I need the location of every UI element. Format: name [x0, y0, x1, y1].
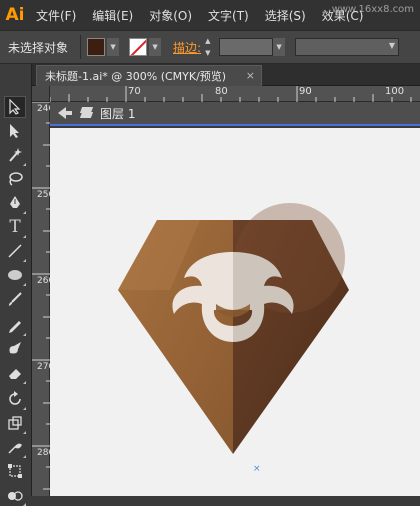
- control-bar: 未选择对象 ▼ ▼ 描边: ▲ ▼ ▼ ▼: [0, 30, 420, 64]
- watermark: www.16xx8.com: [331, 4, 414, 15]
- line-segment-tool-icon[interactable]: [4, 240, 26, 262]
- menu-bar: Ai 文件(F) 编辑(E) 对象(O) 文字(T) 选择(S) 效果(C) w…: [0, 0, 420, 30]
- document-tab-bar: 未标题-1.ai* @ 300% (CMYK/预览) ×: [32, 64, 420, 86]
- ruler-label: 100: [385, 86, 405, 97]
- fill-color-swatch[interactable]: [87, 38, 106, 56]
- scale-tool-icon[interactable]: [4, 412, 26, 434]
- close-icon[interactable]: ×: [246, 69, 255, 82]
- variable-width-profile-dropdown[interactable]: ▼: [295, 38, 400, 56]
- menu-type[interactable]: 文字(T): [208, 7, 249, 24]
- artboard-center-mark-icon: ×: [253, 464, 261, 474]
- menu-object[interactable]: 对象(O): [149, 7, 192, 24]
- pencil-tool-icon[interactable]: [4, 314, 26, 336]
- back-arrow-stem: [66, 111, 72, 115]
- menu-select[interactable]: 选择(S): [265, 7, 306, 24]
- pen-tool-icon[interactable]: [4, 192, 26, 214]
- ellipse-tool-icon[interactable]: [4, 264, 26, 286]
- divider: [80, 35, 82, 59]
- layers-icon: [79, 107, 94, 119]
- ruler-label: 240: [37, 104, 55, 114]
- selection-status: 未选择对象: [8, 40, 69, 55]
- eraser-tool-icon[interactable]: [4, 362, 26, 384]
- rotate-tool-icon[interactable]: [4, 388, 26, 410]
- selection-tool-icon[interactable]: [4, 96, 26, 118]
- warp-tool-icon[interactable]: [4, 436, 26, 458]
- ruler-label: 260: [37, 276, 55, 286]
- stroke-none-swatch[interactable]: [129, 38, 148, 56]
- app-logo: Ai: [5, 5, 25, 25]
- fill-dropdown-icon[interactable]: ▼: [107, 38, 120, 56]
- isolation-mode-bar: 图层 1: [50, 102, 420, 126]
- tools-panel: T: [0, 64, 32, 506]
- horizontal-ruler[interactable]: 70 80 90 100: [50, 86, 420, 102]
- ruler-label: 80: [215, 86, 228, 97]
- diamond-lion-artwork[interactable]: [50, 128, 420, 496]
- ruler-label: 70: [128, 86, 141, 97]
- stroke-label[interactable]: 描边:: [173, 39, 201, 56]
- stroke-weight-input[interactable]: [219, 38, 274, 56]
- type-tool-icon[interactable]: T: [4, 216, 26, 238]
- document-tab-title: 未标题-1.ai* @ 300% (CMYK/预览): [45, 70, 227, 83]
- horizontal-ruler-ticks: [50, 86, 412, 102]
- stroke-dropdown-icon[interactable]: ▼: [149, 38, 162, 56]
- stroke-weight-spinner-icon[interactable]: ▲ ▼: [205, 37, 217, 57]
- lasso-tool-icon[interactable]: [4, 168, 26, 190]
- ruler-label: 250: [37, 190, 55, 200]
- blob-brush-tool-icon[interactable]: [4, 338, 26, 360]
- layer-name: 图层 1: [100, 106, 136, 121]
- shape-builder-tool-icon[interactable]: [4, 484, 26, 506]
- stroke-weight-dropdown-icon[interactable]: ▼: [273, 38, 286, 56]
- ruler-label: 90: [299, 86, 312, 97]
- vertical-ruler[interactable]: 240 250 260 270 280: [32, 102, 55, 496]
- document-tab[interactable]: 未标题-1.ai* @ 300% (CMYK/预览) ×: [36, 65, 262, 86]
- ruler-label: 270: [37, 362, 55, 372]
- chevron-down-icon: ▼: [388, 41, 396, 50]
- artboard-canvas[interactable]: ×: [50, 128, 420, 496]
- ruler-origin[interactable]: [32, 86, 50, 102]
- back-arrow-icon[interactable]: [58, 107, 66, 119]
- direct-selection-tool-icon[interactable]: [4, 120, 26, 142]
- free-transform-tool-icon[interactable]: [4, 460, 26, 482]
- paintbrush-tool-icon[interactable]: [4, 288, 26, 310]
- menu-edit[interactable]: 编辑(E): [92, 7, 133, 24]
- vertical-ruler-ticks: [32, 102, 50, 490]
- ruler-label: 280: [37, 448, 55, 458]
- magic-wand-tool-icon[interactable]: [4, 144, 26, 166]
- menu-file[interactable]: 文件(F): [36, 7, 76, 24]
